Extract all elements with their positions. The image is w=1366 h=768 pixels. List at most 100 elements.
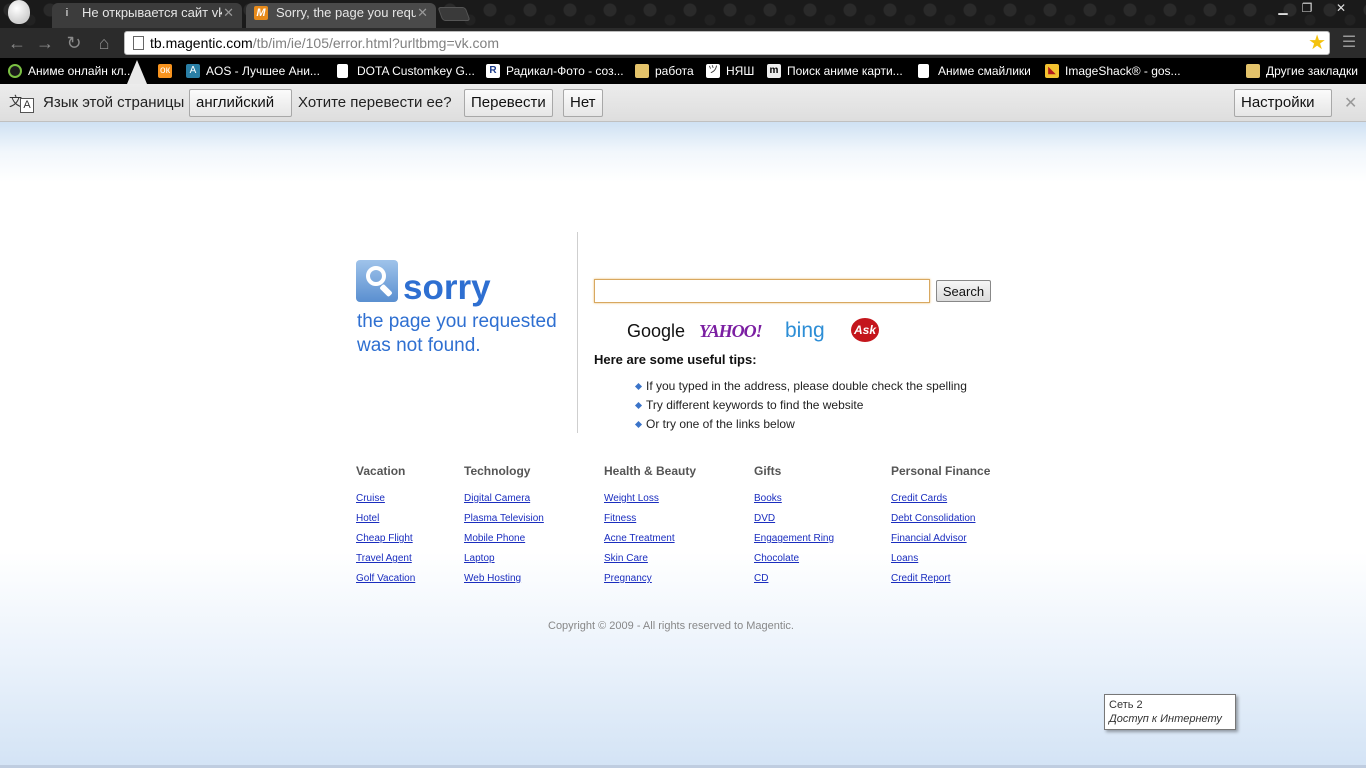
home-icon[interactable]: ⌂ <box>93 33 115 53</box>
translate-button[interactable]: Перевести <box>464 89 553 117</box>
category-link[interactable]: Credit Report <box>891 573 950 584</box>
category-link[interactable]: CD <box>754 573 768 584</box>
bookmark-item[interactable]: Аниме онлайн кл... <box>8 62 134 80</box>
minimize-icon[interactable]: ▁ <box>1270 0 1296 16</box>
infobar-pointer <box>127 60 147 84</box>
category-link[interactable]: Fitness <box>604 513 636 524</box>
maximize-icon[interactable]: ❐ <box>1294 0 1320 16</box>
url-text[interactable]: tb.magentic.com/tb/im/ie/105/error.html?… <box>150 35 499 51</box>
category-link[interactable]: Laptop <box>464 553 495 564</box>
tip-text: If you typed in the address, please doub… <box>646 379 967 393</box>
category-link[interactable]: DVD <box>754 513 775 524</box>
bookmark-item[interactable]: m Поиск аниме карти... <box>767 62 903 80</box>
other-bookmarks[interactable]: Другие закладки <box>1246 62 1358 80</box>
category-link[interactable]: Pregnancy <box>604 573 652 584</box>
bookmark-label: НЯШ <box>726 64 755 78</box>
forward-arrow-icon[interactable]: → <box>34 33 56 53</box>
nyash-icon: ツ <box>706 64 720 78</box>
bookmark-item[interactable]: ◣ ImageShack® - gos... <box>1045 62 1181 80</box>
search-button[interactable]: Search <box>936 280 991 302</box>
category-link[interactable]: Debt Consolidation <box>891 513 976 524</box>
translate-infobar: 文A Язык этой страницы английский ▼ Хотит… <box>0 84 1366 136</box>
bookmark-label: ImageShack® - gos... <box>1065 64 1181 78</box>
bookmark-label: Аниме смайлики <box>938 64 1031 78</box>
folder-icon <box>1246 64 1260 78</box>
tip-item: Or try one of the links below <box>634 417 795 431</box>
translate-question: Хотите перевести ее? <box>298 94 452 111</box>
category-link[interactable]: Cruise <box>356 493 385 504</box>
network-tooltip: Сеть 2 Доступ к Интернету <box>1104 694 1236 730</box>
bookmark-label: DOTA Customkey G... <box>357 64 475 78</box>
search-input[interactable] <box>594 279 930 303</box>
tip-text: Try different keywords to find the websi… <box>646 398 864 412</box>
copyright: Copyright © 2009 - All rights reserved t… <box>548 620 794 632</box>
bookmark-item[interactable]: ツ НЯШ <box>706 62 754 80</box>
document-icon <box>918 64 929 78</box>
close-tab-icon[interactable]: ✕ <box>223 3 234 23</box>
category-link[interactable]: Golf Vacation <box>356 573 415 584</box>
category-link[interactable]: Weight Loss <box>604 493 659 504</box>
category-link[interactable]: Plasma Television <box>464 513 544 524</box>
profile-avatar-icon <box>8 0 30 24</box>
bookmark-label: Аниме онлайн кл... <box>28 64 134 78</box>
magentic-favicon-icon: M <box>254 6 268 20</box>
close-icon[interactable]: ✕ <box>1344 93 1357 113</box>
search-anime-icon: m <box>767 64 781 78</box>
new-tab-button[interactable] <box>437 7 471 21</box>
bookmark-item[interactable]: работа <box>635 62 694 80</box>
category-link[interactable]: Mobile Phone <box>464 533 525 544</box>
close-window-icon[interactable]: ✕ <box>1326 0 1356 16</box>
category-heading-health-beauty: Health & Beauty <box>604 464 697 478</box>
category-link[interactable]: Travel Agent <box>356 553 412 564</box>
category-link[interactable]: Acne Treatment <box>604 533 675 544</box>
page-content: sorry the page you requested was not fou… <box>0 122 1366 768</box>
bookmark-item[interactable]: ок <box>158 62 172 80</box>
settings-button-label: Настройки <box>1241 94 1315 111</box>
language-select[interactable]: английский ▼ <box>189 89 292 136</box>
category-link[interactable]: Chocolate <box>754 553 799 564</box>
bookmark-star-icon[interactable]: ★ <box>1308 32 1326 54</box>
imageshack-icon: ◣ <box>1045 64 1059 78</box>
bookmark-label: AOS - Лучшее Ани... <box>206 64 320 78</box>
radikal-icon: R <box>486 64 500 78</box>
category-link[interactable]: Financial Advisor <box>891 533 967 544</box>
category-link[interactable]: Digital Camera <box>464 493 530 504</box>
address-bar[interactable]: tb.magentic.com/tb/im/ie/105/error.html?… <box>124 31 1330 55</box>
info-icon: i <box>65 7 69 19</box>
document-icon <box>337 64 348 78</box>
back-arrow-icon[interactable]: ← <box>6 33 28 53</box>
language-select-value: английский <box>196 94 275 111</box>
menu-wrench-icon[interactable]: ☰ <box>1340 34 1358 52</box>
tip-item: Try different keywords to find the websi… <box>634 398 864 412</box>
category-link[interactable]: Web Hosting <box>464 573 521 584</box>
bookmark-label: Радикал-Фото - соз... <box>506 64 624 78</box>
settings-button[interactable]: Настройки ▼ <box>1234 89 1332 136</box>
bullet-icon <box>634 421 643 429</box>
page-title: sorry <box>403 268 491 307</box>
google-logo[interactable]: Google <box>627 320 685 342</box>
close-tab-icon[interactable]: ✕ <box>417 3 428 23</box>
bookmark-item[interactable]: Аниме смайлики <box>918 62 1031 80</box>
bookmark-item[interactable]: A AOS - Лучшее Ани... <box>186 62 320 80</box>
category-link[interactable]: Books <box>754 493 782 504</box>
category-link[interactable]: Loans <box>891 553 918 564</box>
category-link[interactable]: Engagement Ring <box>754 533 834 544</box>
tab-sorry-page[interactable]: M Sorry, the page you reques ✕ <box>246 3 436 28</box>
ask-logo[interactable]: Ask <box>851 318 879 342</box>
bing-logo[interactable]: bing <box>785 320 825 342</box>
category-heading-gifts: Gifts <box>754 464 782 478</box>
yahoo-logo[interactable]: YAHOO! <box>699 320 763 342</box>
bookmark-item[interactable]: DOTA Customkey G... <box>337 62 475 80</box>
category-link[interactable]: Hotel <box>356 513 379 524</box>
tooltip-line-access: Доступ к Интернету <box>1109 713 1222 725</box>
green-circle-icon <box>8 64 22 78</box>
category-link[interactable]: Cheap Flight <box>356 533 413 544</box>
tab-vkontakte[interactable]: i Не открывается сайт vkon ✕ <box>52 3 242 28</box>
no-button[interactable]: Нет <box>563 89 603 117</box>
bookmark-item[interactable]: R Радикал-Фото - соз... <box>486 62 624 80</box>
category-link[interactable]: Credit Cards <box>891 493 947 504</box>
reload-icon[interactable]: ↻ <box>63 33 85 53</box>
translate-prompt: Язык этой страницы <box>43 94 185 111</box>
category-link[interactable]: Skin Care <box>604 553 648 564</box>
folder-icon <box>635 64 649 78</box>
